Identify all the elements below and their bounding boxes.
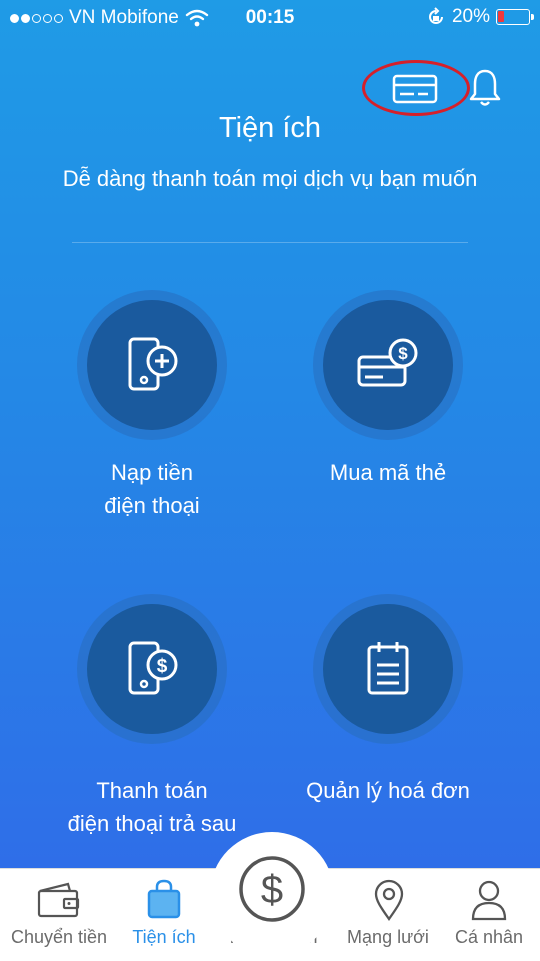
dollar-circle-icon: $: [239, 856, 305, 922]
tab-profile[interactable]: Cá nhân: [438, 869, 540, 961]
tab-label: Tiện ích: [132, 927, 196, 947]
tile-label-line1: Quản lý hoá đơn: [306, 778, 470, 803]
tile-label-line1: Mua mã thẻ: [329, 460, 447, 485]
tile-bill-management[interactable]: Quản lý hoá đơn: [268, 594, 508, 844]
header-divider: [72, 242, 468, 243]
battery-percent: 20%: [451, 6, 490, 27]
svg-text:$: $: [398, 344, 408, 363]
payment-center-button[interactable]: $: [210, 832, 334, 956]
tab-transfer[interactable]: Chuyển tiền: [0, 869, 118, 961]
tile-phone-topup[interactable]: Nạp tiền điện thoại: [32, 290, 272, 530]
svg-text:$: $: [261, 868, 283, 912]
shopping-bag-icon: [147, 879, 181, 919]
map-pin-icon: [374, 879, 404, 921]
orientation-lock-icon: [429, 7, 443, 24]
tile-label-line2: điện thoại: [104, 493, 200, 518]
tile-label-line1: Nạp tiền: [111, 460, 193, 485]
tab-network[interactable]: Mạng lưới: [334, 869, 442, 961]
utilities-screen: VN Mobifone 00:15 20% Tiện ích Dễ dàng t…: [0, 0, 540, 868]
tab-label: Chuyển tiền: [10, 927, 108, 947]
wallet-icon: [37, 882, 80, 918]
user-icon: [471, 880, 507, 921]
page-title: Tiện ích: [218, 112, 322, 144]
credit-card-icon[interactable]: [392, 74, 438, 104]
tile-postpaid-payment[interactable]: $ Thanh toán điện thoại trả sau: [32, 594, 272, 844]
tile-buy-card-code[interactable]: $ Mua mã thẻ: [268, 290, 508, 530]
page-subtitle: Dễ dàng thanh toán mọi dịch vụ bạn muốn: [62, 166, 478, 191]
clipboard-icon: [367, 642, 409, 695]
tab-utilities[interactable]: Tiện ích: [118, 869, 210, 961]
status-right: 20%: [426, 6, 534, 28]
bell-icon[interactable]: [468, 68, 502, 108]
phone-plus-icon: [128, 337, 178, 391]
tile-label-line1: Thanh toán: [96, 778, 208, 803]
tile-label-line2: điện thoại trả sau: [67, 811, 237, 836]
tab-label: Cá nhân: [454, 927, 524, 947]
tab-label: Mạng lưới: [347, 927, 429, 947]
battery-icon: [496, 9, 534, 25]
status-bar: VN Mobifone 00:15 20%: [0, 0, 540, 36]
battery-level: [498, 11, 504, 22]
phone-dollar-icon: $: [128, 641, 178, 695]
svg-text:$: $: [157, 656, 168, 677]
card-dollar-icon: $: [357, 338, 418, 387]
